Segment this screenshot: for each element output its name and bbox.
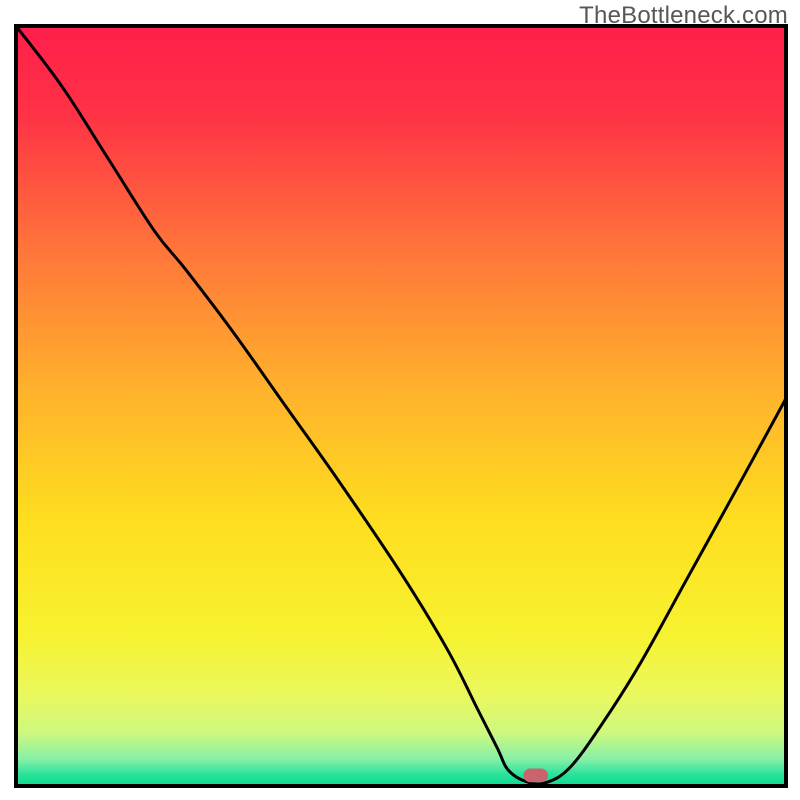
chart-container: TheBottleneck.com [0, 0, 800, 800]
bottleneck-chart [0, 0, 800, 800]
plot-background [16, 26, 786, 786]
watermark-text: TheBottleneck.com [579, 2, 788, 30]
optimal-marker [523, 769, 548, 783]
